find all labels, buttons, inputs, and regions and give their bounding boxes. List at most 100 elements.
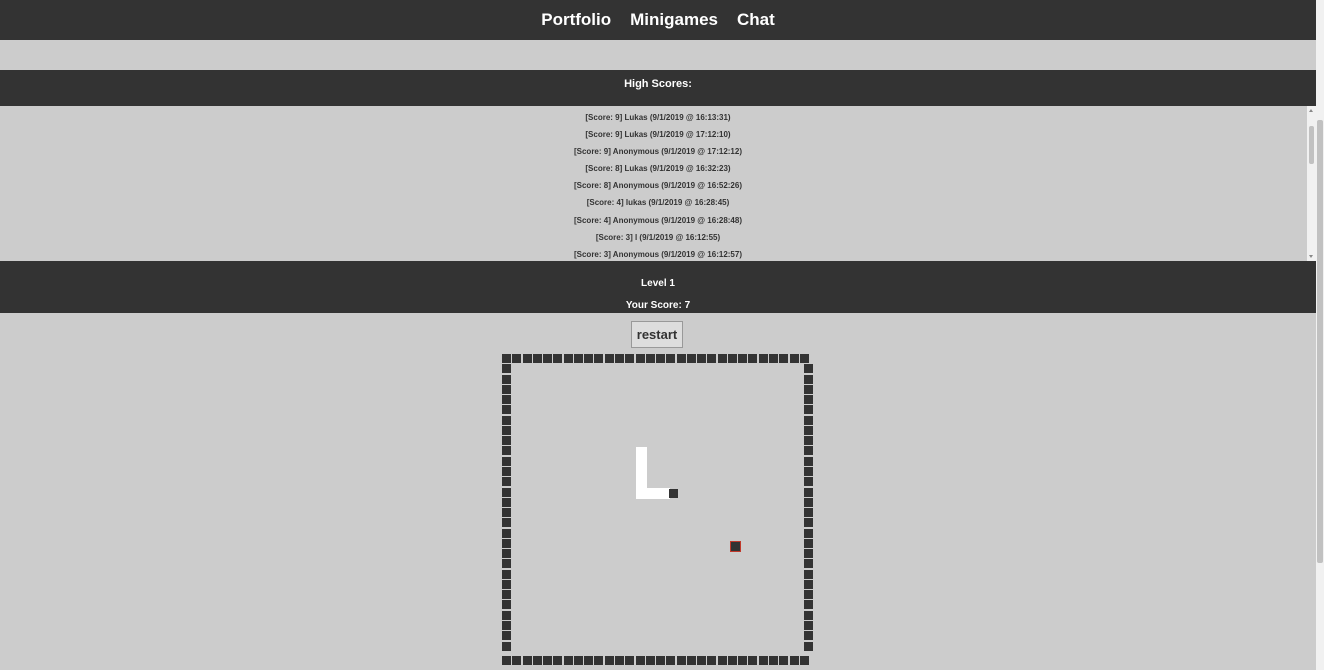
wall-block xyxy=(804,642,813,651)
wall-block xyxy=(800,656,809,665)
wall-block xyxy=(804,426,813,435)
wall-block xyxy=(594,354,603,363)
wall-block xyxy=(804,611,813,620)
wall-block xyxy=(804,549,813,558)
wall-block xyxy=(687,354,696,363)
high-score-entry: [Score: 9] Lukas (9/1/2019 @ 16:13:31) xyxy=(585,113,731,122)
wall-block xyxy=(666,656,675,665)
wall-block xyxy=(790,354,799,363)
wall-block xyxy=(728,656,737,665)
wall-block xyxy=(636,656,645,665)
wall-block xyxy=(748,656,757,665)
wall-block xyxy=(502,600,511,609)
wall-block xyxy=(553,656,562,665)
nav-minigames-link[interactable]: Minigames xyxy=(630,10,718,30)
wall-block xyxy=(533,354,542,363)
wall-block xyxy=(605,656,614,665)
wall-block xyxy=(677,354,686,363)
scroll-up-arrow-icon[interactable] xyxy=(1309,109,1313,112)
wall-block xyxy=(687,656,696,665)
wall-block xyxy=(615,656,624,665)
wall-block xyxy=(594,656,603,665)
wall-block xyxy=(718,354,727,363)
wall-block xyxy=(523,354,532,363)
wall-block xyxy=(804,621,813,630)
wall-block xyxy=(564,354,573,363)
high-scores-scroll-thumb[interactable] xyxy=(1309,126,1314,164)
snake-game-board[interactable] xyxy=(502,354,814,665)
wall-block xyxy=(502,467,511,476)
wall-block xyxy=(804,436,813,445)
wall-block xyxy=(804,508,813,517)
wall-block xyxy=(502,631,511,640)
wall-block xyxy=(769,354,778,363)
wall-block xyxy=(502,518,511,527)
wall-block xyxy=(502,354,511,363)
wall-block xyxy=(584,656,593,665)
wall-block xyxy=(584,354,593,363)
wall-block xyxy=(804,477,813,486)
wall-block xyxy=(502,477,511,486)
wall-block xyxy=(533,656,542,665)
page-scrollbar[interactable] xyxy=(1316,0,1324,670)
wall-block xyxy=(502,498,511,507)
high-scores-header: High Scores: xyxy=(0,70,1316,106)
wall-block xyxy=(804,529,813,538)
wall-block xyxy=(790,656,799,665)
wall-block xyxy=(738,656,747,665)
wall-block xyxy=(502,549,511,558)
wall-block xyxy=(804,416,813,425)
wall-block xyxy=(512,354,521,363)
scroll-down-arrow-icon[interactable] xyxy=(1309,255,1313,258)
wall-block xyxy=(502,590,511,599)
wall-block xyxy=(718,656,727,665)
wall-block xyxy=(574,354,583,363)
wall-block xyxy=(502,405,511,414)
wall-block xyxy=(512,656,521,665)
wall-block xyxy=(800,354,809,363)
wall-block xyxy=(523,656,532,665)
score-label: Your Score: 7 xyxy=(625,300,691,311)
wall-block xyxy=(502,508,511,517)
wall-block xyxy=(502,375,511,384)
high-score-entry: [Score: 9] Lukas (9/1/2019 @ 17:12:10) xyxy=(585,130,731,140)
wall-block xyxy=(605,354,614,363)
wall-block xyxy=(615,354,624,363)
wall-block xyxy=(707,656,716,665)
wall-block xyxy=(543,354,552,363)
wall-block xyxy=(502,621,511,630)
nav-portfolio-link[interactable]: Portfolio xyxy=(541,10,611,30)
wall-block xyxy=(804,457,813,466)
high-scores-title: High Scores: xyxy=(624,78,692,90)
wall-block xyxy=(804,590,813,599)
wall-block xyxy=(738,354,747,363)
wall-block xyxy=(697,354,706,363)
restart-button[interactable]: restart xyxy=(631,321,683,348)
wall-block xyxy=(502,426,511,435)
wall-block xyxy=(804,580,813,589)
wall-block xyxy=(804,375,813,384)
high-scores-list[interactable]: [Score: 9] Lukas (9/1/2019 @ 16:13:31) [… xyxy=(0,106,1316,261)
wall-block xyxy=(804,570,813,579)
wall-block xyxy=(804,498,813,507)
wall-block xyxy=(625,354,634,363)
high-score-entry: [Score: 3] l (9/1/2019 @ 16:12:55) xyxy=(595,232,721,242)
wall-block xyxy=(502,385,511,394)
wall-block xyxy=(804,518,813,527)
wall-block xyxy=(553,354,562,363)
high-score-entry: [Score: 8] Anonymous (9/1/2019 @ 16:52:2… xyxy=(573,181,742,191)
wall-block xyxy=(804,385,813,394)
wall-block xyxy=(759,354,768,363)
high-score-entry: [Score: 8] Lukas (9/1/2019 @ 16:32:23) xyxy=(585,164,731,174)
wall-block xyxy=(804,467,813,476)
wall-block xyxy=(666,354,675,363)
high-scores-scrollbar[interactable] xyxy=(1307,106,1316,261)
wall-block xyxy=(779,656,788,665)
wall-block xyxy=(707,354,716,363)
wall-block xyxy=(502,364,511,373)
nav-chat-link[interactable]: Chat xyxy=(737,10,775,30)
wall-block xyxy=(769,656,778,665)
wall-block xyxy=(656,354,665,363)
wall-block xyxy=(804,488,813,497)
page-scroll-thumb[interactable] xyxy=(1317,120,1323,563)
